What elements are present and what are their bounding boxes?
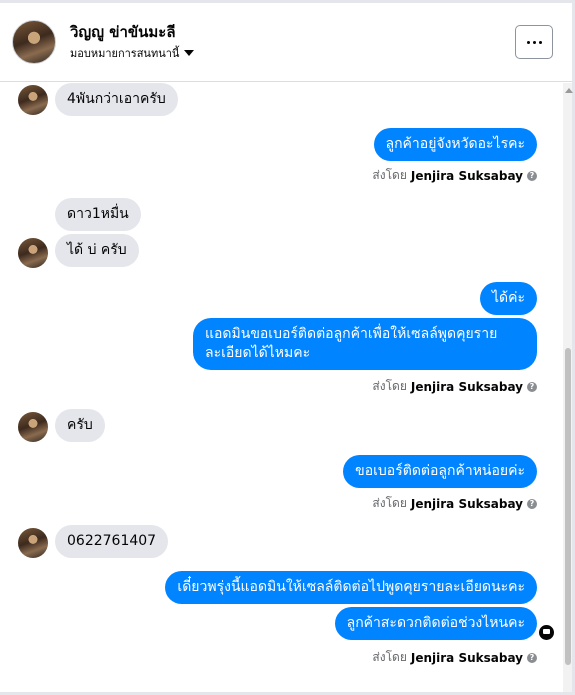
contact-avatar[interactable] xyxy=(12,20,56,64)
incoming-message[interactable]: ได้ บ่ ครับ xyxy=(55,234,139,267)
conversation-header: วิญญู ข่าขันมะลี มอบหมายการสนทนานี้ xyxy=(0,3,572,82)
sent-by-name[interactable]: Jenjira Suksabay xyxy=(411,651,523,665)
scroll-up-arrow-icon[interactable] xyxy=(565,88,573,93)
sender-avatar xyxy=(18,238,48,268)
sent-by-label: ส่งโดย Jenjira Suksabay ? xyxy=(372,166,537,185)
assign-conversation-label: มอบหมายการสนทนานี้ xyxy=(70,47,180,60)
more-dots-icon xyxy=(526,40,542,44)
sent-by-name[interactable]: Jenjira Suksabay xyxy=(411,380,523,394)
incoming-message[interactable]: 4พันกว่าเอาครับ xyxy=(55,83,178,116)
incoming-message[interactable]: ดาว1หมื่น xyxy=(55,198,141,231)
sent-by-name[interactable]: Jenjira Suksabay xyxy=(411,169,523,183)
outgoing-message[interactable]: ลูกค้าอยู่จังหวัดอะไรคะ xyxy=(373,128,537,161)
sent-by-label: ส่งโดย Jenjira Suksabay ? xyxy=(372,494,537,513)
info-icon[interactable]: ? xyxy=(527,381,537,392)
sent-by-prefix: ส่งโดย xyxy=(372,650,407,664)
more-options-button[interactable] xyxy=(515,25,553,59)
info-icon[interactable]: ? xyxy=(527,652,537,663)
sent-by-prefix: ส่งโดย xyxy=(372,379,407,393)
sent-by-name[interactable]: Jenjira Suksabay xyxy=(411,497,523,511)
sender-avatar xyxy=(18,85,48,115)
sent-by-label: ส่งโดย Jenjira Suksabay ? xyxy=(372,648,537,667)
incoming-message[interactable]: ครับ xyxy=(55,409,105,442)
sent-by-prefix: ส่งโดย xyxy=(372,168,407,182)
outgoing-message[interactable]: ขอเบอร์ติดต่อลูกค้าหน่อยค่ะ xyxy=(343,455,537,488)
scrollbar-thumb[interactable] xyxy=(565,348,571,665)
sender-avatar xyxy=(18,412,48,442)
outgoing-message[interactable]: ลูกค้าสะดวกติดต่อช่วงไหนคะ xyxy=(334,607,537,640)
info-icon[interactable]: ? xyxy=(527,170,537,181)
outgoing-message[interactable]: ได้ค่ะ xyxy=(479,282,537,315)
contact-name[interactable]: วิญญู ข่าขันมะลี xyxy=(70,20,176,44)
outgoing-message[interactable]: แอดมินขอเบอร์ติดต่อลูกค้าเพื่อให้เซลล์พู… xyxy=(193,318,537,370)
sent-by-label: ส่งโดย Jenjira Suksabay ? xyxy=(372,377,537,396)
outgoing-message[interactable]: เดี๋ยวพรุ่งนี้แอดมินให้เซลล์ติดต่อไปพูดค… xyxy=(165,571,537,604)
assign-conversation-dropdown[interactable]: มอบหมายการสนทนานี้ xyxy=(70,44,195,62)
caret-down-icon xyxy=(184,50,195,56)
info-icon[interactable]: ? xyxy=(527,498,537,509)
seen-indicator-icon xyxy=(539,625,554,640)
sent-by-prefix: ส่งโดย xyxy=(372,496,407,510)
message-thread[interactable]: 4พันกว่าเอาครับ ลูกค้าอยู่จังหวัดอะไรคะ … xyxy=(0,83,563,693)
incoming-message[interactable]: 0622761407 xyxy=(55,525,169,558)
sender-avatar xyxy=(18,528,48,558)
